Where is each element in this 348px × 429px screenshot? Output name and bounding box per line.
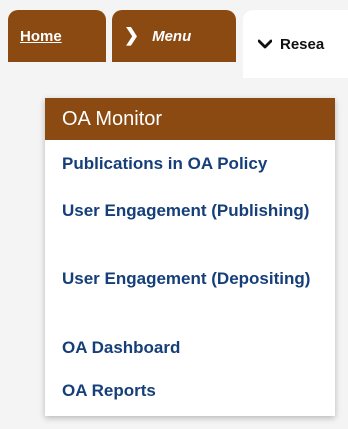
tab-home-label[interactable]: Home	[20, 28, 62, 45]
menu-header: OA Monitor	[45, 98, 335, 140]
menu-item-oa-reports[interactable]: OA Reports	[62, 381, 332, 401]
menu-item-user-engagement-depositing[interactable]: User Engagement (Depositing)	[62, 269, 332, 289]
chevron-right-icon: ❯	[124, 25, 140, 45]
page: Home ❯ Menu Resea OA Monitor Publication…	[0, 0, 348, 429]
chevron-down-icon	[257, 38, 273, 51]
tab-home[interactable]: Home	[8, 10, 106, 62]
tab-research[interactable]: Resea	[243, 10, 348, 78]
menu-item-oa-dashboard[interactable]: OA Dashboard	[62, 338, 332, 358]
tab-research-label[interactable]: Resea	[280, 36, 324, 53]
tab-bar: Home ❯ Menu Resea	[0, 0, 348, 78]
dropdown-menu: OA Monitor Publications in OA Policy Use…	[45, 98, 335, 416]
tab-menu-label[interactable]: Menu	[152, 28, 191, 45]
tab-menu[interactable]: ❯ Menu	[112, 10, 236, 62]
menu-item-user-engagement-publishing[interactable]: User Engagement (Publishing)	[62, 201, 332, 221]
menu-item-publications-in-oa-policy[interactable]: Publications in OA Policy	[62, 154, 332, 174]
